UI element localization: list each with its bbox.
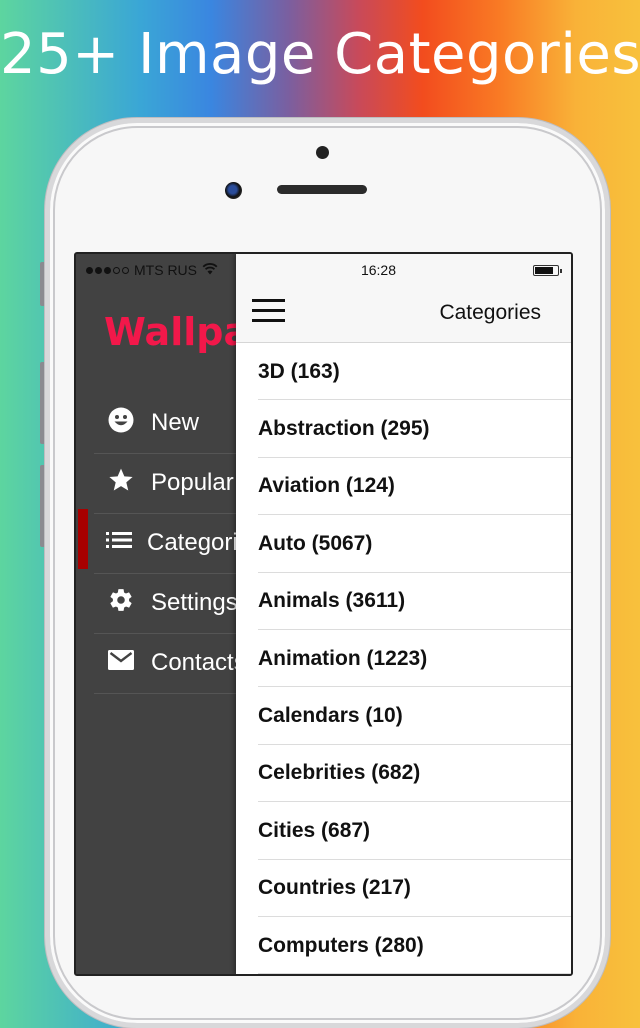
category-label: Countries (217) bbox=[258, 876, 411, 900]
category-label: Aviation (124) bbox=[258, 474, 395, 498]
status-time: 16:28 bbox=[360, 262, 397, 278]
page-title: Categories bbox=[439, 301, 541, 324]
category-label: Calendars (10) bbox=[258, 704, 403, 728]
menu-item-settings[interactable]: Settings bbox=[94, 573, 254, 634]
phone-screen: MTS RUS Wallpapers New Popular Categorie… bbox=[74, 252, 573, 976]
headline: 25+ Image Categories bbox=[0, 22, 640, 87]
categories-panel: 16:28 Categories 3D (163) Abstraction (2… bbox=[236, 254, 571, 974]
category-list: 3D (163) Abstraction (295) Aviation (124… bbox=[236, 343, 571, 974]
category-label: Cities (687) bbox=[258, 818, 371, 842]
star-icon bbox=[106, 467, 136, 499]
battery-icon bbox=[533, 265, 562, 276]
category-label: Animation (1223) bbox=[258, 646, 428, 670]
wifi-icon bbox=[202, 262, 218, 278]
menu-item-categories[interactable]: Categories bbox=[94, 513, 263, 574]
earpiece-speaker bbox=[277, 185, 367, 194]
category-row[interactable]: Aviation (124) bbox=[236, 458, 571, 516]
smiley-face-icon bbox=[106, 407, 136, 439]
category-label: Celebrities (682) bbox=[258, 761, 421, 785]
gear-icon bbox=[106, 587, 136, 619]
proximity-sensor bbox=[316, 146, 329, 159]
active-item-indicator bbox=[78, 509, 88, 569]
category-label: Abstraction (295) bbox=[258, 417, 430, 441]
category-row[interactable]: Computers (280) bbox=[236, 917, 571, 974]
carrier-name: MTS RUS bbox=[134, 262, 197, 278]
menu-item-label: Settings bbox=[151, 589, 238, 616]
menu-item-contacts[interactable]: Contacts bbox=[94, 633, 254, 694]
category-row[interactable]: Cities (687) bbox=[236, 802, 571, 860]
category-label: 3D (163) bbox=[258, 359, 340, 383]
category-label: Auto (5067) bbox=[258, 531, 373, 555]
category-row[interactable]: Calendars (10) bbox=[236, 687, 571, 746]
category-row[interactable]: 3D (163) bbox=[236, 343, 571, 401]
category-row[interactable]: Animation (1223) bbox=[236, 630, 571, 688]
signal-strength-icon bbox=[86, 266, 129, 274]
envelope-icon bbox=[106, 650, 136, 676]
category-row[interactable]: Auto (5067) bbox=[236, 515, 571, 573]
list-icon bbox=[106, 530, 132, 556]
category-row[interactable]: Animals (3611) bbox=[236, 573, 571, 631]
front-camera-icon bbox=[225, 182, 242, 199]
side-menu: MTS RUS Wallpapers New Popular Categorie… bbox=[76, 254, 343, 974]
hamburger-menu-button[interactable] bbox=[252, 299, 285, 323]
category-row[interactable]: Celebrities (682) bbox=[236, 745, 571, 803]
menu-item-popular[interactable]: Popular bbox=[94, 453, 254, 514]
category-row[interactable]: Countries (217) bbox=[236, 860, 571, 918]
navigation-bar: 16:28 Categories bbox=[236, 254, 571, 343]
menu-item-new[interactable]: New bbox=[94, 393, 254, 454]
category-row[interactable]: Abstraction (295) bbox=[236, 400, 571, 459]
status-bar-left: MTS RUS bbox=[86, 262, 218, 278]
menu-item-label: New bbox=[151, 409, 200, 436]
category-label: Animals (3611) bbox=[258, 589, 406, 613]
menu-item-label: Contacts bbox=[151, 649, 246, 676]
menu-item-label: Popular bbox=[151, 469, 234, 496]
category-label: Computers (280) bbox=[258, 933, 424, 957]
